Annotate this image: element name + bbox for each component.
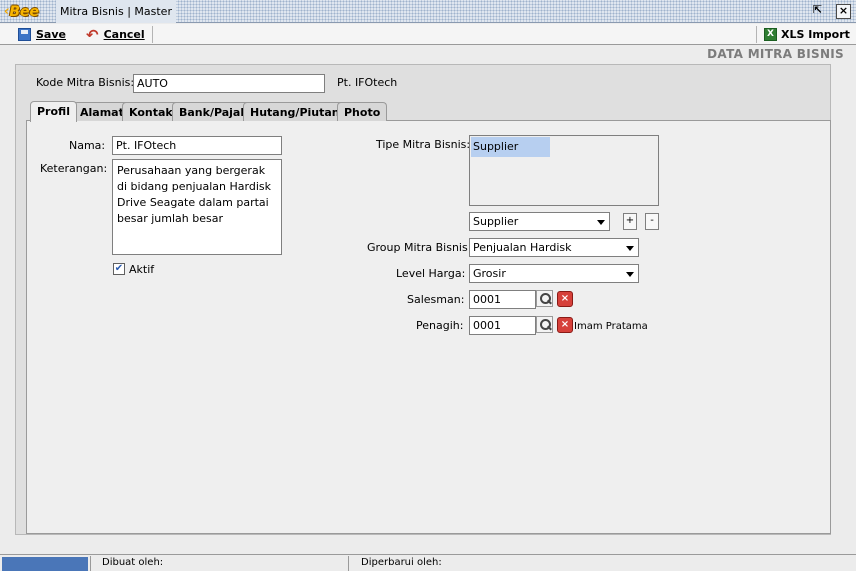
close-window-button[interactable]: × bbox=[836, 4, 851, 19]
penagih-name: Imam Pratama bbox=[574, 321, 648, 332]
restore-icon: ⇱ bbox=[812, 3, 823, 16]
toolbar-separator bbox=[756, 26, 757, 43]
restore-window-button[interactable]: ⇱ bbox=[810, 4, 825, 19]
close-icon: × bbox=[838, 4, 849, 17]
cancel-icon: ↶ bbox=[86, 25, 99, 44]
chevron-down-icon bbox=[597, 220, 605, 225]
keterangan-label: Keterangan: bbox=[40, 162, 108, 175]
toolbar: Save ↶ Cancel X XLS Import bbox=[0, 24, 856, 45]
save-button-label: Save bbox=[36, 28, 66, 41]
tipe-mitra-select-value: Supplier bbox=[473, 215, 519, 228]
bee-logo: ‹ Bee bbox=[4, 3, 54, 20]
salesman-clear-icon[interactable]: × bbox=[557, 291, 573, 307]
level-harga-select[interactable]: Grosir bbox=[469, 264, 639, 283]
xls-import-label: XLS Import bbox=[781, 28, 850, 41]
cancel-button-label: Cancel bbox=[103, 28, 145, 41]
window-title: Mitra Bisnis | Master bbox=[56, 0, 176, 23]
salesman-input[interactable]: 0001 bbox=[469, 290, 536, 309]
toolbar-separator bbox=[152, 26, 153, 43]
salesman-search-icon[interactable] bbox=[536, 290, 553, 307]
remove-tipe-button[interactable]: - bbox=[645, 213, 659, 230]
aktif-label: Aktif bbox=[129, 263, 155, 276]
kode-mitra-label: Kode Mitra Bisnis: bbox=[36, 76, 135, 89]
group-mitra-select-value: Penjualan Hardisk bbox=[473, 241, 572, 254]
status-indicator bbox=[2, 557, 88, 571]
logo-text: Bee bbox=[9, 3, 40, 20]
level-harga-label: Level Harga: bbox=[396, 267, 466, 280]
level-harga-select-value: Grosir bbox=[473, 267, 506, 280]
section-title: DATA MITRA BISNIS bbox=[707, 47, 844, 61]
diperbarui-oleh-label: Diperbarui oleh: bbox=[361, 557, 442, 568]
chevron-down-icon bbox=[626, 246, 634, 251]
save-icon bbox=[18, 28, 31, 41]
tipe-mitra-label: Tipe Mitra Bisnis: bbox=[376, 138, 471, 151]
list-item[interactable]: Supplier bbox=[471, 137, 550, 157]
nama-input[interactable]: Pt. IFOtech bbox=[112, 136, 282, 155]
group-mitra-label: Group Mitra Bisnis: bbox=[367, 241, 472, 254]
checkmark-icon: ✔ bbox=[114, 263, 124, 274]
company-name: Pt. IFOtech bbox=[337, 76, 398, 89]
tab-photo[interactable]: Photo bbox=[337, 102, 388, 121]
tipe-mitra-select[interactable]: Supplier bbox=[469, 212, 610, 231]
chevron-down-icon bbox=[626, 272, 634, 277]
penagih-search-icon[interactable] bbox=[536, 316, 553, 333]
tipe-mitra-listbox[interactable]: Supplier bbox=[469, 135, 659, 206]
xls-import-button[interactable]: X XLS Import bbox=[760, 24, 854, 45]
kode-mitra-input[interactable]: AUTO bbox=[133, 74, 325, 93]
nama-label: Nama: bbox=[69, 139, 106, 152]
cancel-button[interactable]: ↶ Cancel bbox=[82, 24, 149, 45]
tab-profil[interactable]: Profil bbox=[30, 101, 77, 122]
save-button[interactable]: Save bbox=[14, 24, 70, 45]
salesman-label: Salesman: bbox=[407, 293, 465, 306]
group-mitra-select[interactable]: Penjualan Hardisk bbox=[469, 238, 639, 257]
add-tipe-button[interactable]: + bbox=[623, 213, 637, 230]
dibuat-oleh-label: Dibuat oleh: bbox=[102, 557, 164, 568]
window-titlebar: ‹ Bee Mitra Bisnis | Master ⇱ × bbox=[0, 0, 856, 23]
keterangan-textarea[interactable]: Perusahaan yang bergerak di bidang penju… bbox=[112, 159, 282, 255]
penagih-clear-icon[interactable]: × bbox=[557, 317, 573, 333]
status-separator bbox=[90, 556, 91, 571]
aktif-checkbox[interactable]: ✔ bbox=[113, 263, 125, 275]
excel-icon: X bbox=[764, 28, 777, 41]
status-bar: Dibuat oleh: Diperbarui oleh: bbox=[0, 554, 856, 571]
status-separator bbox=[348, 556, 349, 571]
penagih-label: Penagih: bbox=[416, 319, 464, 332]
penagih-input[interactable]: 0001 bbox=[469, 316, 536, 335]
